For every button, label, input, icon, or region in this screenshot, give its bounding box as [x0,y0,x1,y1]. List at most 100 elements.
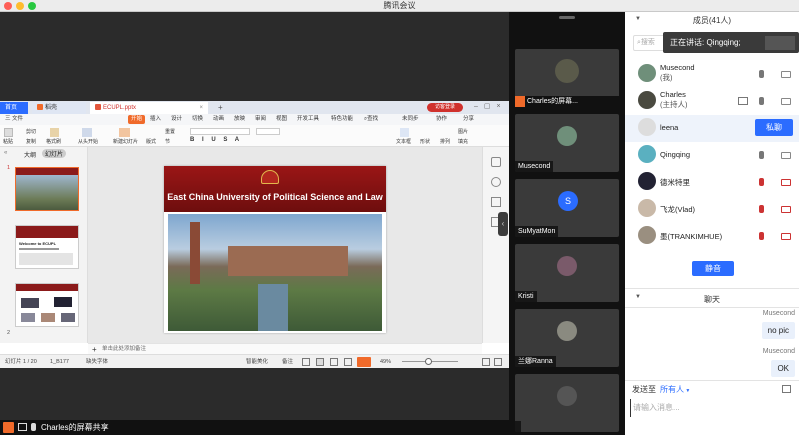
from-start-button[interactable]: 从头开始 [78,138,98,145]
collab-button[interactable]: 协作 [436,114,447,125]
slide-canvas[interactable]: East China University of Political Scien… [88,147,482,343]
zoom-slider-handle[interactable] [425,358,432,365]
camera-off-icon[interactable] [781,233,791,240]
fullscreen-icon[interactable] [494,358,502,366]
layout-button[interactable]: 版式 [146,138,156,145]
member-row[interactable]: 墨(TRANKIMHUE) [625,223,799,250]
member-row[interactable]: 德米特里 [625,169,799,196]
file-menu[interactable]: 三 文件 [5,114,23,125]
current-slide[interactable]: East China University of Political Scien… [164,166,386,333]
arrange-button[interactable]: 排列 [440,138,450,145]
camera-icon[interactable] [781,98,791,105]
close-tab-icon[interactable]: × [199,102,203,114]
collapse-panel-icon[interactable]: « [4,150,7,156]
toolbox-icon[interactable] [491,157,501,167]
member-row[interactable]: Charles (主持人) [625,88,799,115]
microphone-icon[interactable] [759,151,764,159]
menu-transition[interactable]: 切换 [192,114,203,125]
sync-status[interactable]: 未同步 [402,114,419,125]
chat-input[interactable]: 请输入消息... [630,399,794,417]
tab-docer[interactable]: 稻壳 [32,102,86,114]
missing-font-status[interactable]: 缺失字体 [86,355,108,368]
tab-home[interactable]: 首页 [0,102,28,114]
normal-view-icon[interactable] [302,358,310,366]
drag-handle[interactable] [559,16,575,19]
section-button[interactable]: 节 [165,138,170,145]
search-button[interactable]: ⌕查找 [364,114,378,125]
slides-tab[interactable]: 幻灯片 [42,149,67,158]
collapse-tiles-button[interactable]: ‹ [498,212,508,236]
image-icon[interactable] [782,385,791,393]
settings-icon[interactable] [491,177,501,187]
menu-review[interactable]: 审阅 [255,114,266,125]
notes-bar[interactable]: + 单击此处添加备注 [88,343,482,354]
microphone-muted-icon[interactable] [759,205,764,213]
private-chat-button[interactable]: 私聊 [755,119,793,136]
avatar [555,59,579,83]
notes-toggle[interactable]: 备注 [282,355,293,368]
pptx-file-icon [95,104,101,110]
share-button[interactable]: 分享 [463,114,474,125]
menu-slideshow[interactable]: 放映 [234,114,245,125]
copy-button[interactable]: 复制 [26,138,36,145]
slide-thumb-1[interactable] [15,167,79,211]
fill-button[interactable]: 填充 [458,138,468,145]
layout-view-icon[interactable] [344,358,352,366]
new-slide-button[interactable]: 新建幻灯片 [113,138,138,145]
microphone-icon[interactable] [759,70,764,78]
guest-login-button[interactable]: 访客登录 [427,103,463,112]
member-row[interactable]: Musecond (我) [625,61,799,88]
layers-icon[interactable] [491,197,501,207]
microphone-muted-icon[interactable] [759,232,764,240]
thumb-photo [21,313,35,322]
slide-thumb-3[interactable] [15,283,79,327]
participant-tile[interactable]: S SuMyatMon [515,179,619,237]
avatar [638,118,656,136]
cut-button[interactable]: 剪切 [26,128,36,135]
fit-window-icon[interactable] [482,358,490,366]
mute-all-button[interactable]: 静音 [692,261,734,276]
message-sender: Musecond [762,348,795,355]
font-size-box[interactable] [256,128,280,135]
font-name-box[interactable] [190,128,250,135]
clock-tower [190,222,200,284]
participant-tile[interactable]: Musecond [515,114,619,172]
image-button[interactable]: 图片 [458,128,468,135]
format-painter-button[interactable]: 格式刷 [46,138,61,145]
slide-thumb-2[interactable]: Welcome to ECUPL [15,225,79,269]
participant-tile[interactable]: 兰娜Ranna [515,309,619,367]
participant-tile[interactable]: Kristi [515,244,619,302]
microphone-icon[interactable] [759,97,764,105]
menu-animation[interactable]: 动画 [213,114,224,125]
grid-view-icon[interactable] [316,358,324,366]
window-controls[interactable]: –▢× [474,102,507,110]
member-row-selected[interactable]: leena 私聊 [625,115,799,142]
participant-tile[interactable] [515,374,619,432]
menu-design[interactable]: 设计 [171,114,182,125]
reading-view-icon[interactable] [330,358,338,366]
tab-ecupl-pptx[interactable]: ECUPL.pptx × [90,102,208,114]
new-tab-button[interactable]: + [213,102,228,114]
text-format-buttons[interactable]: B I U S A [190,137,242,143]
smart-beautify-button[interactable]: 智能美化 [246,355,268,368]
play-slideshow-button[interactable] [357,357,371,367]
camera-off-icon[interactable] [781,206,791,213]
share-tile-label: Charles的屏幕... [515,96,619,107]
camera-icon[interactable] [781,152,791,159]
menu-developer[interactable]: 开发工具 [297,114,319,125]
shape-button[interactable]: 形状 [420,138,430,145]
paste-button[interactable]: 粘贴 [3,138,13,145]
member-row[interactable]: 飞龙(Vlad) [625,196,799,223]
recipient-select[interactable]: 所有人 ▼ [660,384,690,395]
menu-start[interactable]: 开始 [128,115,146,124]
camera-off-icon[interactable] [781,179,791,186]
textbox-button[interactable]: 文本框 [396,138,411,145]
member-row[interactable]: Qingqing [625,142,799,169]
menu-features[interactable]: 特色功能 [331,114,353,125]
camera-icon[interactable] [781,71,791,78]
menu-view[interactable]: 视图 [276,114,287,125]
menu-insert[interactable]: 插入 [150,114,161,125]
reset-button[interactable]: 重置 [165,128,175,135]
outline-tab[interactable]: 大纲 [24,150,36,159]
microphone-muted-icon[interactable] [759,178,764,186]
